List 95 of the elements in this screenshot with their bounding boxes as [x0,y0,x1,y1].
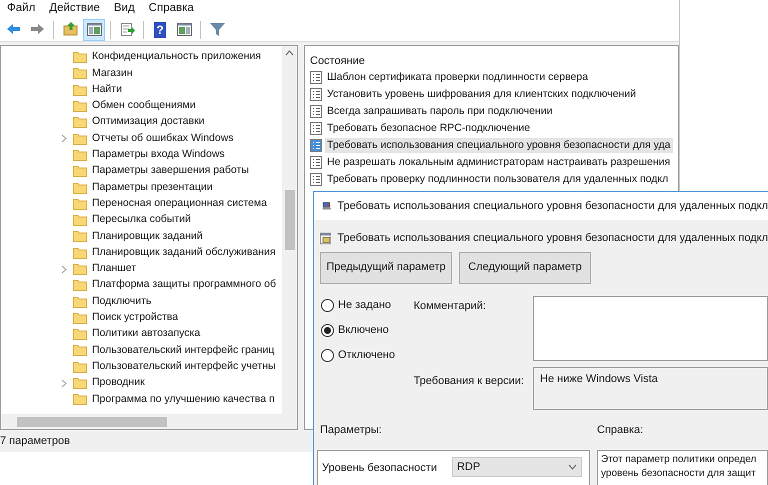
tree-item[interactable]: Пользовательский интерфейс учетны [92,358,276,375]
policy-setting[interactable]: Требовать использования специального уровня безопасности для уда [325,138,673,154]
comment-label: Комментарий: [414,298,487,314]
menu-item[interactable]: Справка [142,0,201,18]
vertical-scrollbar[interactable] [282,46,297,414]
menu-item[interactable]: Вид [106,0,142,18]
option-label: Уровень безопасности [322,461,437,476]
folder-icon [73,263,87,275]
tree-item[interactable]: Программа по улучшению качества п [92,392,275,408]
tree-item[interactable]: Пользовательский интерфейс границ [92,342,274,358]
version-value: Не ниже Windows Vista [540,372,658,384]
policy-icon [310,88,322,101]
tree-item[interactable]: Конфиденциальность приложения [92,49,261,66]
folder-up-icon [62,21,78,38]
next-setting-button[interactable]: Следующий параметр [459,252,591,284]
policy-icon [310,156,322,169]
scrollbar-thumb[interactable] [17,416,167,426]
folder-icon [73,246,87,259]
version-label: Требования к версии: [414,374,525,389]
chevron-right-icon[interactable] [61,134,67,144]
setting-title: Требовать использования специального уровня безопасности для удаленных подкл [337,231,768,246]
folder-icon [73,393,87,406]
folder-icon [73,214,87,226]
scrollbar-thumb[interactable] [284,190,294,250]
settings-icon [320,230,332,246]
folder-icon [73,132,87,145]
tree-item[interactable]: Планшет [92,261,136,277]
chevron-down-icon [568,464,577,470]
tree-pane-button[interactable] [83,18,105,40]
menu-item[interactable]: Действие [42,0,107,18]
tree-item[interactable]: Поиск устройства [92,310,178,326]
action-pane-icon [176,21,192,38]
tree-item[interactable]: Параметры входа Windows [92,147,225,163]
options-label: Параметры: [319,422,383,438]
folder-icon [73,230,87,242]
policy-setting[interactable]: Не разрешать локальным администраторам настраивать разрешения [325,154,672,170]
folder-icon [73,296,87,308]
folder-icon [73,198,87,210]
tree-item[interactable]: Отчеты об ошибках Windows [92,130,234,146]
filter-icon [208,21,226,38]
tree-item[interactable]: Переносная операционная система [92,196,267,212]
policy-icon [310,71,322,84]
dialog-title: Требовать использования специального уровня безопасности для удаленных подкл [337,198,768,214]
folder-icon [73,328,87,340]
folder-icon [73,165,87,178]
folder-icon [73,100,87,112]
tree-item[interactable]: Параметры завершения работы [92,163,249,180]
column-header[interactable]: Состояние [310,55,365,67]
tree-item[interactable]: Планировщик заданий [92,228,203,244]
policy-setting[interactable]: Установить уровень шифрования для клиентских подключений [325,86,638,102]
radio-option[interactable]: Не задано [321,298,414,314]
security-level-dropdown[interactable]: RDP [452,457,582,477]
folder-icon [73,344,87,356]
horizontal-scrollbar[interactable] [1,414,297,429]
policy-icon [310,139,322,152]
tree-item[interactable]: Обмен сообщениями [92,98,196,114]
tree-item[interactable]: Магазин [92,66,133,82]
tree-item[interactable]: Платформа защиты программного об [92,277,276,294]
folder-icon [73,116,87,128]
help-label: Справка: [597,422,644,438]
policy-setting[interactable]: Требовать безопасное RPC-подключение [325,120,532,136]
folder-icon [73,51,87,64]
folder-icon [73,67,87,80]
previous-setting-button[interactable]: Предыдущий параметр [320,252,452,284]
folder-icon [73,84,87,96]
policy-setting[interactable]: Шаблон сертификата проверки подлинности сервера [325,70,590,86]
tree-pane-icon [86,21,102,38]
tree-item[interactable]: Политики автозапуска [92,326,200,342]
help-text: Этот параметр политики определ уровень безопасности для защит [601,453,758,481]
chevron-right-icon[interactable] [61,378,67,388]
tree-item[interactable]: Подключить [92,294,152,310]
export-list-icon [118,21,136,38]
policy-icon [310,105,322,118]
chevron-right-icon[interactable] [61,264,67,274]
tree-item[interactable]: Проводник [92,375,145,391]
tree-item[interactable]: Планировщик заданий обслуживания [92,244,276,261]
folder-icon [73,312,87,324]
policy-icon [310,122,322,135]
folder-icon [73,360,87,373]
tree-item[interactable]: Найти [92,82,122,98]
radio-option[interactable]: Включено [321,322,414,338]
folder-icon [73,182,87,194]
policy-setting[interactable]: Требовать проверку подлинности пользователя для удаленных подкл [325,172,670,188]
tree-item[interactable]: Параметры презентации [92,180,213,196]
menu-item[interactable]: Файл [0,0,42,18]
folder-icon [73,377,87,390]
tree-item[interactable]: Пересылка событий [92,212,191,228]
folder-icon [73,148,87,161]
folder-icon [73,279,87,292]
radio-option[interactable]: Отключено [321,348,414,364]
status-text: 7 параметров [0,434,70,449]
tree-item[interactable]: Оптимизация доставки [92,114,205,130]
policy-setting[interactable]: Всегда запрашивать пароль при подключении [325,104,554,120]
comment-field[interactable] [533,296,768,360]
policy-icon [310,173,322,186]
